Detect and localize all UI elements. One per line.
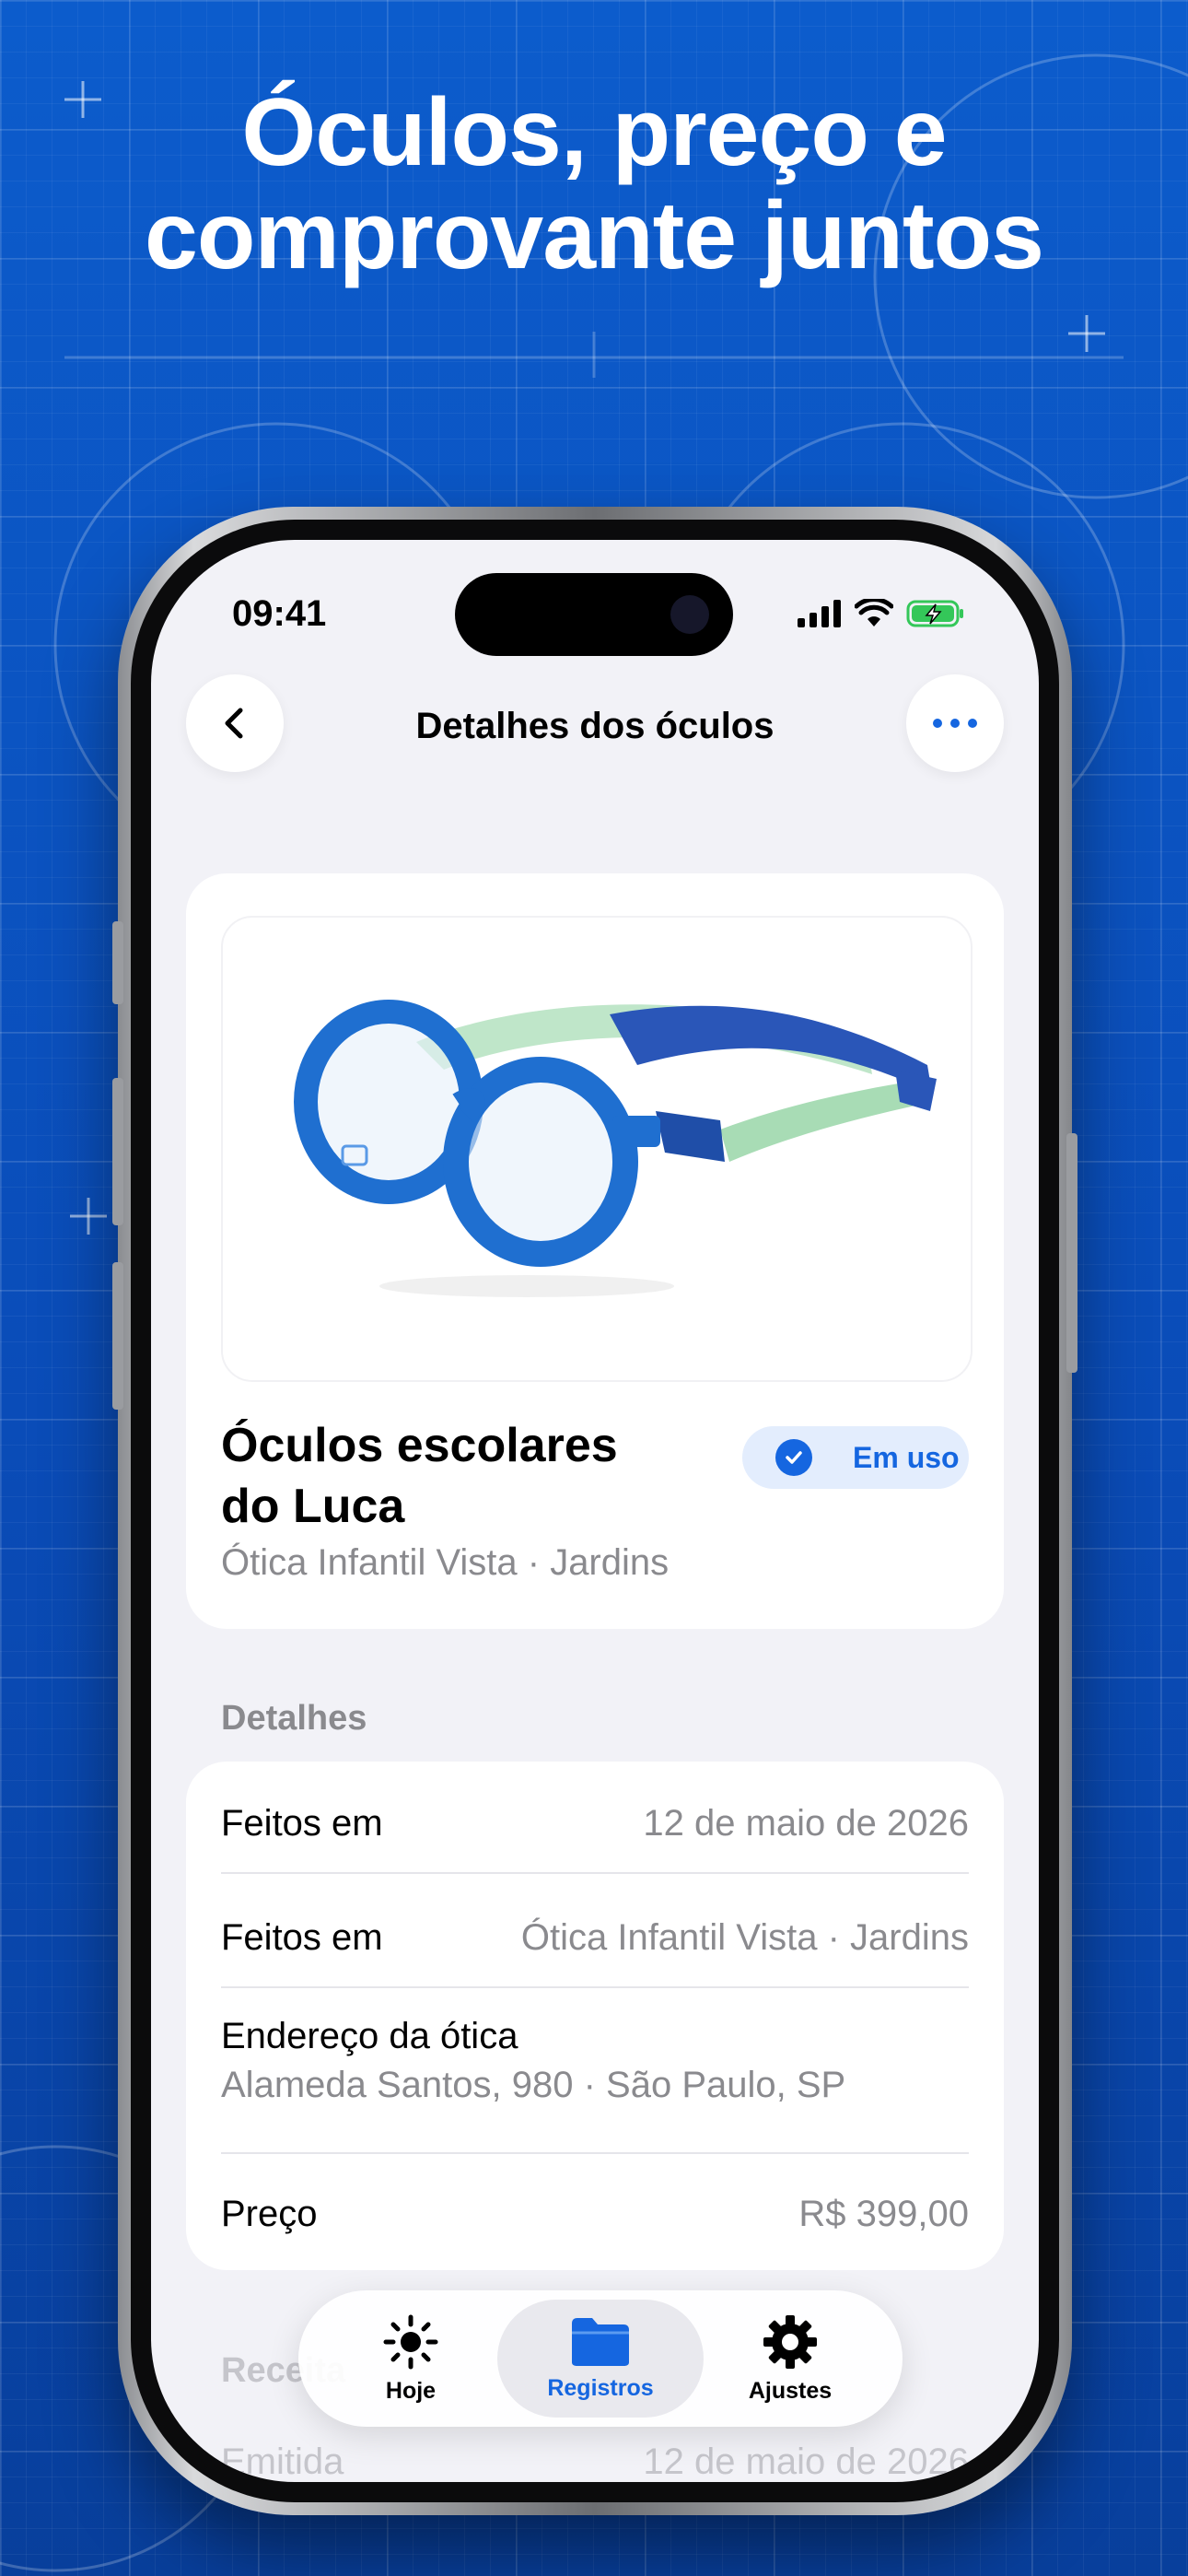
status-badge[interactable]: Em uso	[742, 1426, 969, 1489]
sun-icon	[383, 2314, 438, 2369]
app-screen: 09:41 Detalhes dos óculos Óculos escolar…	[151, 540, 1039, 2482]
headline-line-1: Óculos, preço e	[241, 79, 947, 186]
action-button	[112, 921, 123, 1004]
glasses-summary-card: Óculos escolares do Luca Ótica Infantil …	[186, 873, 1004, 1629]
tab-hoje[interactable]: Hoje	[308, 2300, 514, 2418]
tab-label: Ajustes	[748, 2377, 833, 2404]
divider	[221, 1986, 969, 1988]
status-badge-label: Em uso	[853, 1440, 960, 1474]
detail-row-price: Preço R$ 399,00	[221, 2189, 969, 2239]
phone-frame: 09:41 Detalhes dos óculos Óculos escolar…	[112, 507, 1077, 2515]
glasses-title-line-2: do Luca	[221, 1480, 405, 1533]
detail-label: Feitos em	[221, 1916, 383, 1958]
status-time: 09:41	[232, 593, 327, 634]
details-card: Feitos em 12 de maio de 2026 Feitos em Ó…	[186, 1762, 1004, 2270]
tab-bar: Hoje Registros Ajustes	[298, 2290, 903, 2427]
glasses-store: Ótica Infantil Vista · Jardins	[221, 1542, 670, 1583]
power-button	[1066, 1133, 1077, 1373]
dynamic-island	[455, 573, 733, 656]
details-section-title: Detalhes	[221, 1699, 367, 1738]
detail-row-address[interactable]: Endereço da ótica Alameda Santos, 980 · …	[221, 2016, 969, 2106]
headline: Óculos, preço e comprovante juntos	[0, 81, 1188, 287]
gear-icon	[763, 2314, 817, 2369]
detail-label: Feitos em	[221, 1802, 383, 1844]
more-options-button[interactable]	[906, 674, 1004, 772]
tab-registros[interactable]: Registros	[497, 2300, 704, 2418]
wifi-icon	[855, 599, 893, 626]
cellular-signal-icon	[798, 600, 841, 627]
receipt-issued-label: Emitida	[221, 2441, 344, 2482]
volume-up-button	[112, 1078, 123, 1225]
tab-label: Registros	[547, 2374, 654, 2401]
volume-down-button	[112, 1262, 123, 1410]
detail-row-made-at: Feitos em Ótica Infantil Vista · Jardins	[221, 1913, 969, 1962]
detail-value: R$ 399,00	[798, 2193, 969, 2234]
detail-value: Alameda Santos, 980 · São Paulo, SP	[221, 2065, 846, 2105]
detail-value: 12 de maio de 2026	[643, 1802, 969, 1844]
status-icons	[798, 599, 965, 628]
headline-line-2: comprovante juntos	[145, 182, 1044, 289]
glasses-photo[interactable]	[221, 916, 973, 1382]
checkmark-icon	[775, 1439, 812, 1476]
battery-charging-icon	[906, 600, 963, 627]
detail-label: Preço	[221, 2193, 318, 2234]
divider	[221, 1872, 969, 1874]
glasses-title-line-1: Óculos escolares	[221, 1419, 618, 1472]
glasses-title: Óculos escolares do Luca	[221, 1415, 700, 1537]
detail-label: Endereço da ótica	[221, 2016, 518, 2056]
folder-icon	[572, 2317, 629, 2366]
divider	[221, 2152, 969, 2154]
detail-value: Ótica Infantil Vista · Jardins	[520, 1916, 969, 1958]
ellipsis-icon	[933, 719, 977, 728]
detail-row-made-date: Feitos em 12 de maio de 2026	[221, 1798, 969, 1848]
tab-ajustes[interactable]: Ajustes	[687, 2300, 893, 2418]
glasses-illustration	[294, 1000, 937, 1297]
camera-icon	[670, 595, 709, 634]
tab-label: Hoje	[385, 2377, 437, 2404]
